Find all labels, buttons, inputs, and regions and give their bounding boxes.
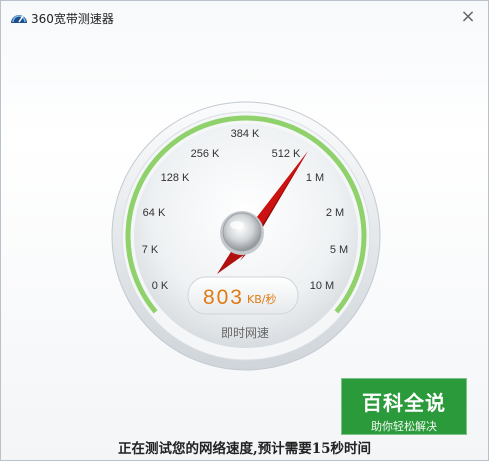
tick-label-256k: 256 K [191,148,220,160]
status-text: 正在测试您的网络速度,预计需要15秒时间 [118,441,371,457]
watermark-title: 百科全说 [362,391,446,415]
gauge-caption: 即时网速 [221,326,269,340]
tick-label-0k: 0 K [152,280,169,292]
speed-value: 803 [203,286,244,309]
app-window: 360宽带测速器 × 0 K 7 K 64 K 128 K 256 K 384 … [0,0,489,461]
tick-label-128k: 128 K [161,172,190,184]
speed-meter-app-icon [11,15,27,23]
watermark-subtitle: 助你轻松解决 [371,420,437,433]
speed-gauge: 0 K 7 K 64 K 128 K 256 K 384 K 512 K 1 M… [111,101,381,371]
tick-label-7k: 7 K [142,244,159,256]
tick-label-5m: 5 M [330,244,348,256]
tick-label-512k: 512 K [272,148,301,160]
tick-label-384k: 384 K [231,128,260,140]
window-title: 360宽带测速器 [31,12,114,26]
watermark-badge: 百科全说 助你轻松解决 [341,378,467,435]
tick-label-1m: 1 M [306,172,324,184]
close-icon[interactable]: × [458,7,478,27]
needle-hub [222,212,262,252]
speed-unit: KB/秒 [247,292,276,306]
tick-label-64k: 64 K [143,207,166,219]
tick-label-10m: 10 M [310,280,334,292]
title-bar[interactable]: 360宽带测速器 × [1,1,488,35]
tick-label-2m: 2 M [326,207,344,219]
